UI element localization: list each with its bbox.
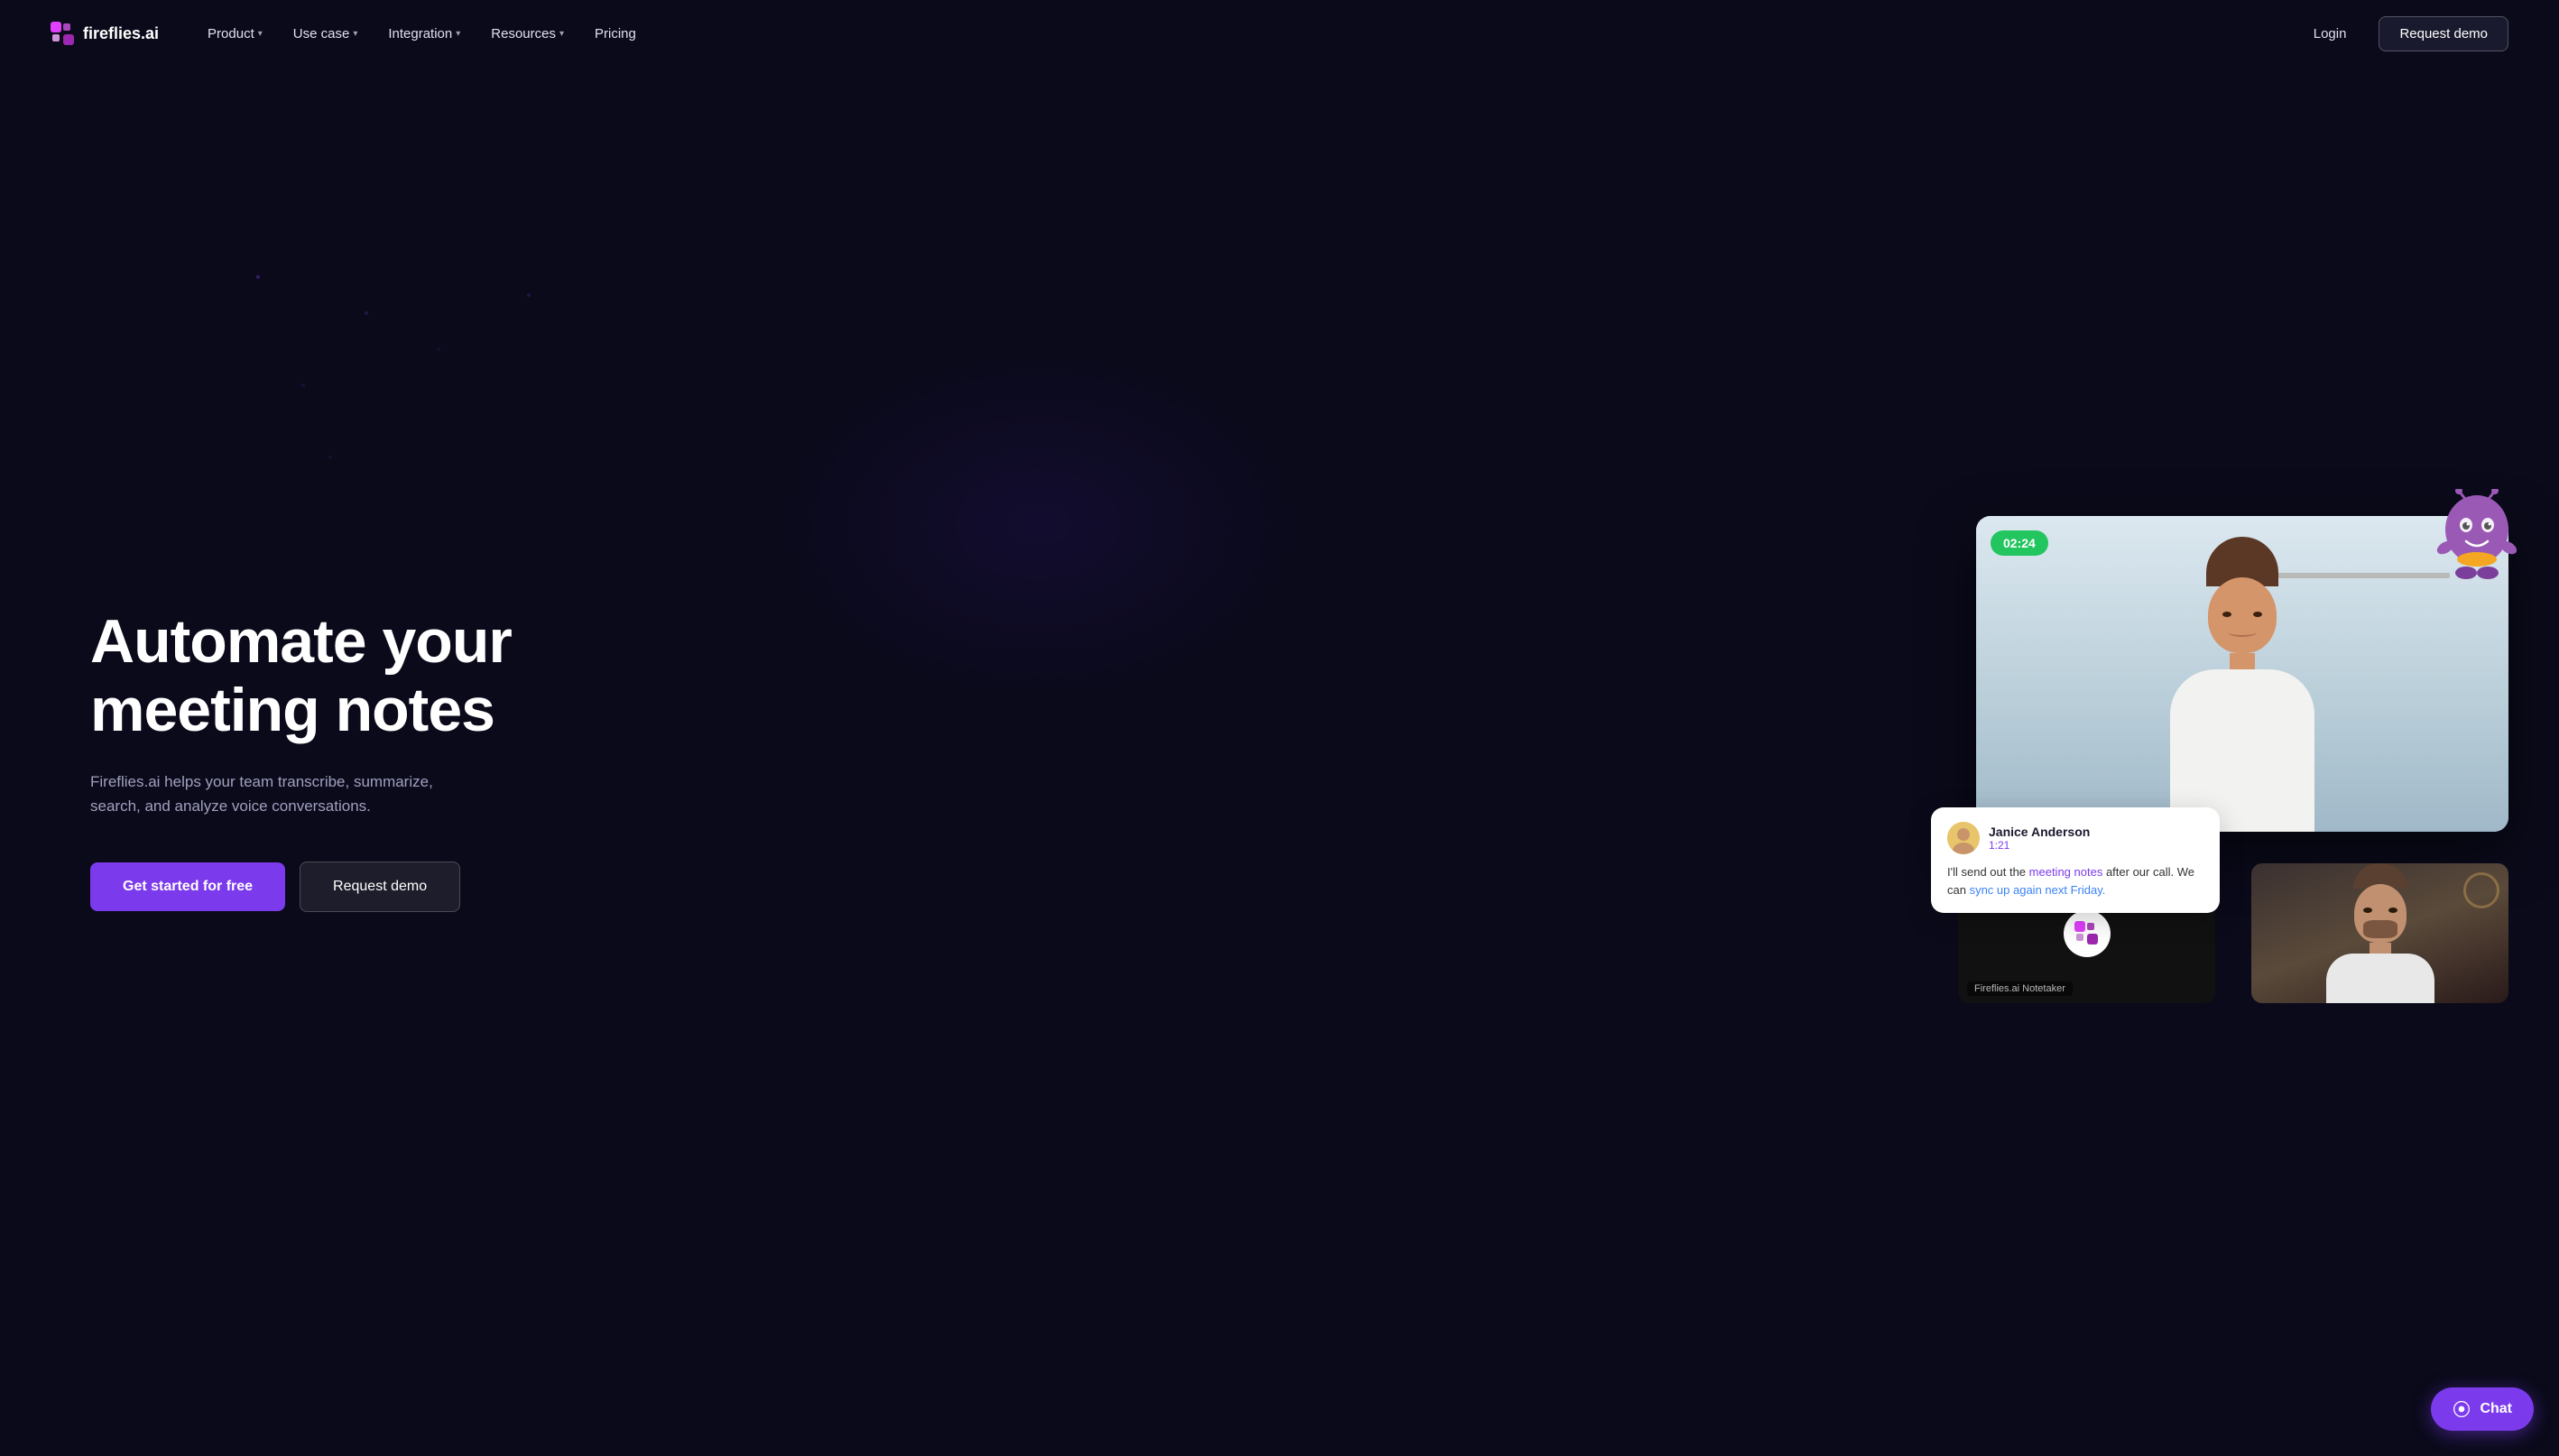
navbar: fireflies.ai Product ▾ Use case ▾ Integr… (0, 0, 2559, 68)
man-figure (2326, 863, 2434, 1003)
man-video (2251, 863, 2508, 1003)
man-beard (2363, 920, 2397, 938)
nav-item-integration[interactable]: Integration ▾ (375, 19, 473, 49)
chat-label: Chat (2480, 1401, 2512, 1417)
man-bg (2251, 863, 2508, 1003)
nav-item-usecase[interactable]: Use case ▾ (281, 19, 371, 49)
chevron-down-icon: ▾ (456, 29, 460, 39)
person-neck (2230, 653, 2255, 669)
logo[interactable]: fireflies.ai (51, 22, 159, 47)
timer-value: 02:24 (2003, 536, 2036, 550)
hero-title-line1: Automate your (90, 607, 512, 676)
nav-item-product[interactable]: Product ▾ (195, 19, 275, 49)
video-bg: 02:24 (1976, 516, 2508, 832)
man-neck (2370, 943, 2391, 954)
nav-resources-label: Resources (491, 26, 556, 41)
notetaker-logo (2064, 910, 2111, 957)
nav-item-resources[interactable]: Resources ▾ (478, 19, 577, 49)
nav-left: fireflies.ai Product ▾ Use case ▾ Integr… (51, 19, 649, 49)
chevron-down-icon: ▾ (353, 29, 357, 39)
bg-glow (768, 345, 1309, 705)
hero-title: Automate your meeting notes (90, 607, 512, 744)
chat-button[interactable]: Chat (2431, 1387, 2534, 1431)
hero-request-demo-button[interactable]: Request demo (300, 862, 460, 912)
login-button[interactable]: Login (2296, 17, 2365, 51)
nav-pricing-label: Pricing (595, 26, 636, 41)
request-demo-button[interactable]: Request demo (2379, 16, 2508, 51)
chevron-down-icon: ▾ (258, 29, 263, 39)
hero-subtitle: Fireflies.ai helps your team transcribe,… (90, 769, 469, 818)
notetaker-label: Fireflies.ai Notetaker (1967, 981, 2073, 996)
person-smile (2228, 628, 2257, 637)
robot-mascot (2436, 489, 2517, 588)
msg-plain-start: I'll send out the (1947, 865, 2029, 879)
bubble-header: Janice Anderson 1:21 (1947, 822, 2203, 854)
person-figure (2170, 537, 2314, 832)
nav-links: Product ▾ Use case ▾ Integration ▾ Resou… (195, 19, 649, 49)
video-main: 02:24 (1976, 516, 2508, 832)
nav-right: Login Request demo (2296, 16, 2508, 51)
speaker-time: 1:21 (1989, 839, 2090, 852)
hero-visual: 02:24 Janice Anderson 1:21 (1949, 516, 2508, 1003)
nav-usecase-label: Use case (293, 26, 350, 41)
person-eye-left (2222, 612, 2231, 617)
nav-product-label: Product (208, 26, 254, 41)
chevron-down-icon: ▾ (559, 29, 564, 39)
chat-icon (2453, 1400, 2471, 1418)
timer-badge: 02:24 (1991, 530, 2048, 556)
hero-title-line2: meeting notes (90, 676, 494, 744)
man-shirt (2326, 954, 2434, 1003)
man-head (2354, 884, 2407, 943)
person-head (2208, 577, 2277, 653)
person-eye-right (2253, 612, 2262, 617)
ring-light (2463, 872, 2499, 908)
man-eye-right (2388, 908, 2397, 913)
msg-highlight2: sync up again next Friday. (1970, 883, 2106, 897)
hero-left: Automate your meeting notes Fireflies.ai… (90, 607, 512, 913)
msg-highlight1: meeting notes (2029, 865, 2103, 879)
man-eye-left (2363, 908, 2372, 913)
speech-bubble: Janice Anderson 1:21 I'll send out the m… (1931, 807, 2220, 913)
brand-name: fireflies.ai (83, 24, 159, 43)
nav-integration-label: Integration (388, 26, 452, 41)
bubble-info: Janice Anderson 1:21 (1989, 825, 2090, 852)
speaker-name: Janice Anderson (1989, 825, 2090, 839)
get-started-button[interactable]: Get started for free (90, 862, 285, 911)
nav-item-pricing[interactable]: Pricing (582, 19, 649, 49)
logo-icon (51, 22, 76, 47)
hero-buttons: Get started for free Request demo (90, 862, 512, 912)
hero-section: Automate your meeting notes Fireflies.ai… (0, 68, 2559, 1451)
avatar (1947, 822, 1980, 854)
bubble-message: I'll send out the meeting notes after ou… (1947, 863, 2203, 898)
